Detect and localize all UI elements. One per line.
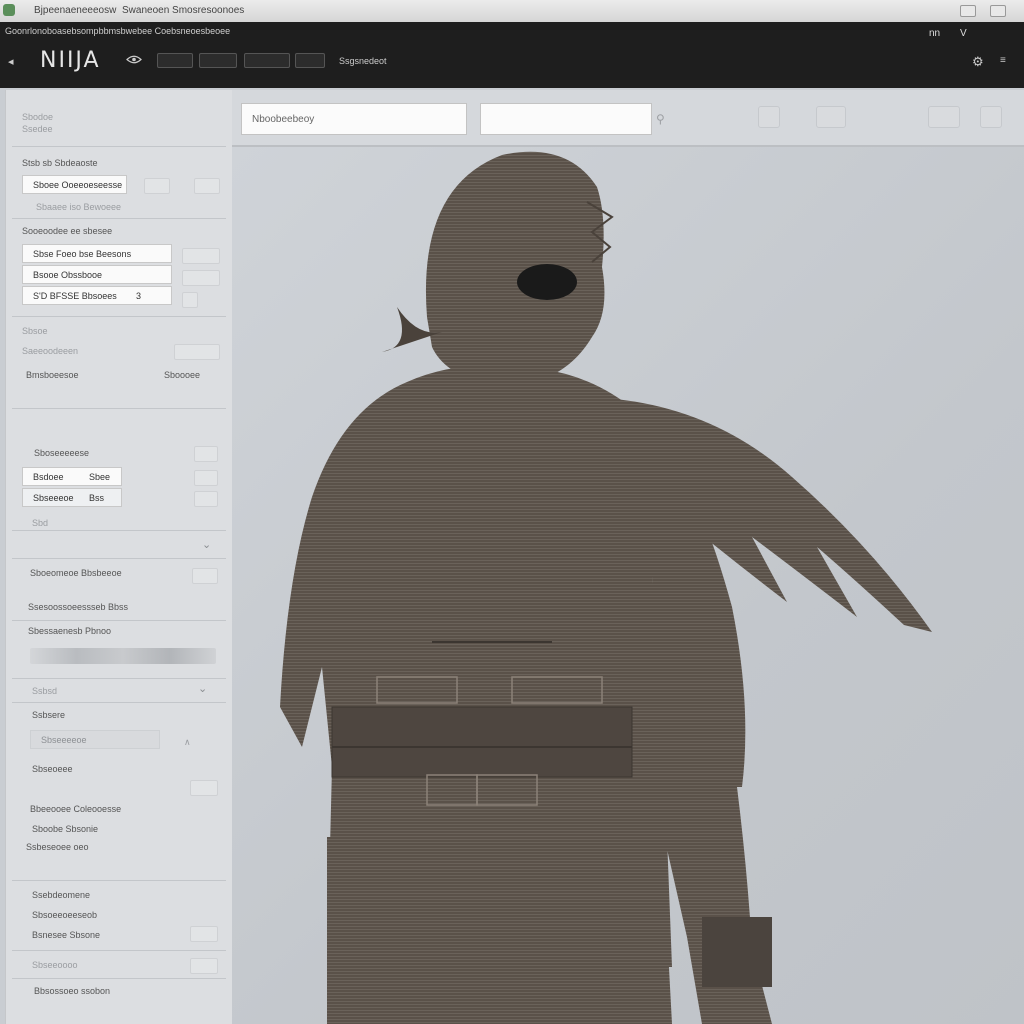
- field-label: S'D BFSSE Bbsoees: [33, 291, 117, 301]
- text-field[interactable]: Bsdoee Sbee: [22, 467, 122, 486]
- field-label: Bsdoee: [33, 472, 64, 482]
- text-field[interactable]: Sboee Ooeeoeseesse: [22, 175, 127, 194]
- text-field[interactable]: Sbse Foeo bse Beesons: [22, 244, 172, 263]
- row-button[interactable]: [194, 446, 218, 462]
- row-label: Saeeoodeeen: [22, 346, 79, 356]
- ninja-figure: [280, 151, 932, 1024]
- header-right-label[interactable]: nn: [929, 28, 940, 39]
- search-input[interactable]: [241, 103, 467, 135]
- text-field[interactable]: Sbseeeoe Bss: [22, 488, 122, 507]
- row-value: ∧: [184, 737, 191, 747]
- text-field[interactable]: Bsooe Obssbooe: [22, 265, 172, 284]
- field-hint: Sbaaee iso Bewoeee: [36, 202, 122, 212]
- app-header: Goonrlonoboasebsompbbmsbwebee Coebsneoes…: [0, 22, 1024, 88]
- divider: [12, 978, 226, 979]
- dropdown-chevron-icon[interactable]: ⌄: [198, 682, 207, 695]
- minimize-button[interactable]: [960, 5, 976, 17]
- image-canvas[interactable]: [232, 147, 1024, 1024]
- app-logo: NIIJA: [40, 48, 101, 73]
- row-label: Sbsoeeoeeseob: [32, 910, 98, 920]
- filter-input[interactable]: [480, 103, 652, 135]
- field-button[interactable]: [182, 270, 220, 286]
- window-tab-subtitle[interactable]: Swaneoen Smosresoonoes: [122, 5, 244, 16]
- row-label: Sbseoeee: [32, 764, 73, 774]
- header-right-check[interactable]: V: [960, 28, 967, 39]
- sidebar-head-label: Sbodoe: [22, 112, 54, 122]
- divider: [12, 950, 226, 951]
- field-button[interactable]: [182, 292, 198, 308]
- section-title: Stsb sb Sbdeaoste: [22, 158, 98, 168]
- text-field[interactable]: S'D BFSSE Bbsoees 3: [22, 286, 172, 305]
- divider: [12, 316, 226, 317]
- toolbar-button-1[interactable]: [157, 53, 193, 68]
- main-toolbar: ⚲: [232, 90, 1024, 147]
- toolbar-button-2[interactable]: [199, 53, 237, 68]
- toolbar-label[interactable]: Ssgsnedeot: [339, 56, 387, 66]
- row-button[interactable]: [174, 344, 220, 360]
- row-label: Ssebdeomene: [32, 890, 91, 900]
- main-panel: ⚲: [232, 90, 1024, 1024]
- field-value: Bss: [89, 493, 105, 503]
- row-label: Sboobe Sbsonie: [32, 824, 99, 834]
- toolbar-icon[interactable]: [758, 106, 780, 128]
- section-title: Ssbsd: [32, 686, 58, 696]
- row-label: Sboeomeoe Bbsbeeoe: [30, 568, 122, 578]
- eye-icon[interactable]: [126, 55, 142, 64]
- row-label: Ssbeseoee oeo: [26, 842, 89, 852]
- toolbar-button-4[interactable]: [295, 53, 325, 68]
- divider: [12, 408, 226, 409]
- section-title: Sooeoodee ee sbesee: [22, 226, 113, 236]
- app-icon: [3, 4, 15, 16]
- section-title: Sbessaenesb Pbnoo: [28, 626, 112, 636]
- row-label: Bmsboeesoe: [26, 370, 79, 380]
- row-button[interactable]: [190, 926, 218, 942]
- toolbar-icon[interactable]: [928, 106, 960, 128]
- sidebar-footer: Bbsossoeo ssobon: [34, 986, 111, 996]
- menu-icon[interactable]: ≡: [1000, 55, 1006, 66]
- divider: [12, 880, 226, 881]
- row-button[interactable]: [190, 780, 218, 796]
- field-button[interactable]: [194, 178, 220, 194]
- section-title: Sboseeeeese: [34, 448, 90, 458]
- settings-icon[interactable]: ⚙: [972, 54, 984, 70]
- row-button[interactable]: [190, 958, 218, 974]
- search-icon[interactable]: ⚲: [656, 112, 665, 126]
- window-tab-title[interactable]: Bjpeenaeneeeosw: [34, 5, 116, 16]
- section-title: Sbsoe: [22, 326, 48, 336]
- field-value: Sbee: [89, 472, 111, 482]
- divider: [12, 558, 226, 559]
- select-field[interactable]: Sbseeeeoe: [30, 730, 160, 749]
- row-button[interactable]: [192, 568, 218, 584]
- row-label: Ssbsere: [32, 710, 66, 720]
- row-label: Ssesoossoeessseb Bbss: [28, 602, 129, 612]
- toolbar-icon[interactable]: [816, 106, 846, 128]
- window-titlebar: Bjpeenaeneeeosw Swaneoen Smosresoonoes: [0, 0, 1024, 23]
- toolbar-icon[interactable]: [980, 106, 1002, 128]
- back-icon[interactable]: ◂: [8, 55, 14, 68]
- divider: [12, 678, 226, 679]
- toolbar-button-3[interactable]: [244, 53, 290, 68]
- menu-bar-text[interactable]: Goonrlonoboasebsompbbmsbwebee Coebsneoes…: [5, 26, 230, 36]
- row-button[interactable]: [194, 491, 218, 507]
- row-button[interactable]: [194, 470, 218, 486]
- field-button[interactable]: [144, 178, 170, 194]
- divider: [12, 620, 226, 621]
- field-label: Sbseeeoe: [33, 493, 74, 503]
- divider: [12, 218, 226, 219]
- divider: [12, 146, 226, 147]
- field-button[interactable]: [182, 248, 220, 264]
- row-label: Bsnesee Sbsone: [32, 930, 101, 940]
- dropdown-chevron-icon[interactable]: ⌄: [202, 538, 211, 551]
- row-value[interactable]: Sboooee: [164, 370, 200, 380]
- divider: [12, 702, 226, 703]
- divider: [12, 530, 226, 531]
- row-label: Bbeeooee Coleooesse: [30, 804, 122, 814]
- row-label: Sbseeoooo: [32, 960, 78, 970]
- properties-sidebar: Sbodoe Ssedee Stsb sb Sbdeaoste Sboee Oo…: [5, 90, 234, 1024]
- maximize-button[interactable]: [990, 5, 1006, 17]
- sidebar-head-sub: Ssedee: [22, 124, 53, 134]
- progress-bar: [30, 648, 216, 664]
- field-value: 3: [135, 291, 141, 301]
- row-label: Sbd: [32, 518, 49, 528]
